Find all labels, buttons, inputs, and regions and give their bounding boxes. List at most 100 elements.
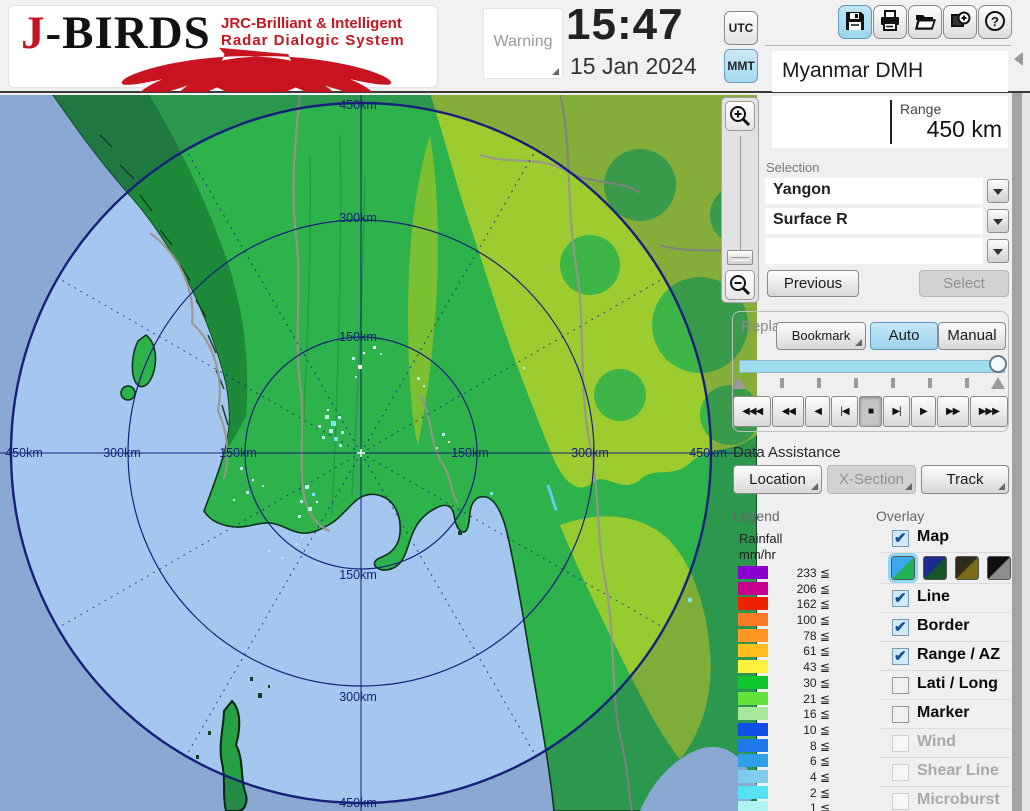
manual-mode-button[interactable]: Manual: [938, 322, 1006, 350]
slider-tick: [817, 378, 821, 388]
save-button[interactable]: [838, 5, 872, 39]
zoom-slider-track[interactable]: [740, 136, 741, 250]
play-reverse-button[interactable]: ◀: [805, 396, 830, 427]
option-dropdown: [765, 238, 1009, 264]
range-az-checkbox[interactable]: [892, 648, 909, 665]
overlay-label: Overlay: [876, 508, 924, 524]
microburst-checkbox: [892, 793, 909, 810]
legend-color-chip: [738, 597, 768, 610]
station-name-box: Myanmar DMH: [772, 51, 1008, 92]
fast-rewind-button[interactable]: ◀◀: [772, 396, 804, 427]
overlay-row-microburst: Microburst: [880, 787, 1011, 811]
toolbar-separator: [765, 45, 1011, 46]
fast-rewind-3x-button[interactable]: ◀◀◀: [733, 396, 771, 427]
bookmark-button[interactable]: Bookmark: [776, 322, 866, 350]
line-checkbox[interactable]: [892, 590, 909, 607]
overlay-row-map: Map: [880, 524, 1011, 553]
help-button[interactable]: ?: [978, 5, 1012, 39]
legend-color-chip: [738, 692, 768, 705]
zoom-in-button[interactable]: [725, 101, 755, 131]
slider-tick: [891, 378, 895, 388]
overlay-item-label: Microburst: [917, 791, 1000, 809]
svg-text:?: ?: [991, 14, 999, 29]
dropdown-corner-icon: [855, 339, 862, 346]
warning-button[interactable]: Warning: [483, 8, 563, 79]
add-image-button[interactable]: [943, 5, 977, 39]
slider-start-marker[interactable]: [732, 377, 746, 389]
legend-row: 233 ≦: [738, 565, 848, 581]
auto-mode-button[interactable]: Auto: [870, 322, 938, 350]
overlay-item-label: Wind: [917, 733, 956, 751]
legend-color-chip: [738, 660, 768, 673]
slider-tick: [854, 378, 858, 388]
site-dropdown-button[interactable]: [987, 179, 1009, 203]
legend-row: 16 ≦: [738, 706, 848, 722]
fast-forward-button[interactable]: ▶▶: [937, 396, 969, 427]
legend-row: 2 ≦: [738, 785, 848, 801]
track-button[interactable]: Track: [921, 465, 1009, 494]
map-checkbox[interactable]: [892, 530, 909, 547]
previous-button[interactable]: Previous: [767, 270, 859, 297]
selection-label: Selection: [766, 160, 819, 175]
map-style-swatch-4[interactable]: [987, 556, 1011, 580]
range-divider: [890, 100, 892, 144]
replay-progress-handle[interactable]: [989, 355, 1007, 373]
legend-threshold: 4 ≦: [772, 770, 830, 784]
map-style-swatch-1[interactable]: [891, 556, 915, 580]
overlay-row-border: Border: [880, 613, 1011, 642]
play-button[interactable]: ▶: [911, 396, 936, 427]
overlay-item-label: Shear Line: [917, 762, 999, 780]
legend-row: 206 ≦: [738, 581, 848, 597]
panel-splitter[interactable]: [1012, 48, 1022, 811]
location-button[interactable]: Location: [733, 465, 822, 494]
overlay-item-label: Lati / Long: [917, 675, 998, 693]
legend-color-chip: [738, 723, 768, 736]
range-value: 450 km: [927, 116, 1002, 143]
panel-collapse-icon[interactable]: [1014, 52, 1023, 66]
legend-label: Legend: [733, 508, 780, 524]
legend-row: 162 ≦: [738, 596, 848, 612]
stop-button[interactable]: ■: [859, 396, 882, 427]
product-dropdown-value: Surface R: [773, 211, 848, 229]
option-dropdown-button[interactable]: [987, 239, 1009, 263]
dropdown-corner-icon: [552, 68, 559, 75]
marker-checkbox[interactable]: [892, 706, 909, 723]
lati-long-checkbox[interactable]: [892, 677, 909, 694]
slider-tick: [780, 378, 784, 388]
legend-threshold: 8 ≦: [772, 739, 830, 753]
warning-label: Warning: [494, 33, 553, 50]
legend-threshold: 162 ≦: [772, 597, 830, 611]
timezone-mmt-button[interactable]: MMT: [724, 49, 758, 83]
open-folder-button[interactable]: [908, 5, 942, 39]
legend-color-chip: [738, 566, 768, 579]
svg-text:450km: 450km: [689, 446, 727, 460]
timezone-utc-button[interactable]: UTC: [724, 11, 758, 45]
map-style-swatch-2[interactable]: [923, 556, 947, 580]
map-style-swatch-3[interactable]: [955, 556, 979, 580]
step-back-button[interactable]: |◀: [831, 396, 858, 427]
legend-row: 1 ≦: [738, 800, 848, 811]
svg-text:300km: 300km: [339, 690, 377, 704]
print-button[interactable]: [873, 5, 907, 39]
station-name: Myanmar DMH: [782, 59, 923, 83]
product-dropdown-button[interactable]: [987, 209, 1009, 233]
slider-end-marker[interactable]: [991, 377, 1005, 389]
svg-text:450km: 450km: [339, 98, 377, 112]
border-checkbox[interactable]: [892, 619, 909, 636]
radar-map[interactable]: 450km 300km 150km 150km 300km 450km 450k…: [0, 95, 757, 811]
replay-progress-track[interactable]: [739, 360, 1005, 373]
jbirds-app: 450km 300km 150km 150km 300km 450km 450k…: [0, 0, 1030, 811]
legend-row: 10 ≦: [738, 722, 848, 738]
zoom-out-button[interactable]: [725, 270, 755, 300]
overlay-row-line: Line: [880, 584, 1011, 613]
fast-forward-3x-button[interactable]: ▶▶▶: [970, 396, 1008, 427]
legend-row: 6 ≦: [738, 753, 848, 769]
svg-text:450km: 450km: [5, 446, 43, 460]
shear-line-checkbox: [892, 764, 909, 781]
step-forward-button[interactable]: ▶|: [883, 396, 910, 427]
legend-threshold: 233 ≦: [772, 566, 830, 580]
svg-text:150km: 150km: [339, 330, 377, 344]
zoom-slider-handle[interactable]: [727, 250, 753, 265]
x-section-button: X-Section: [827, 465, 916, 494]
legend-threshold: 1 ≦: [772, 801, 830, 811]
